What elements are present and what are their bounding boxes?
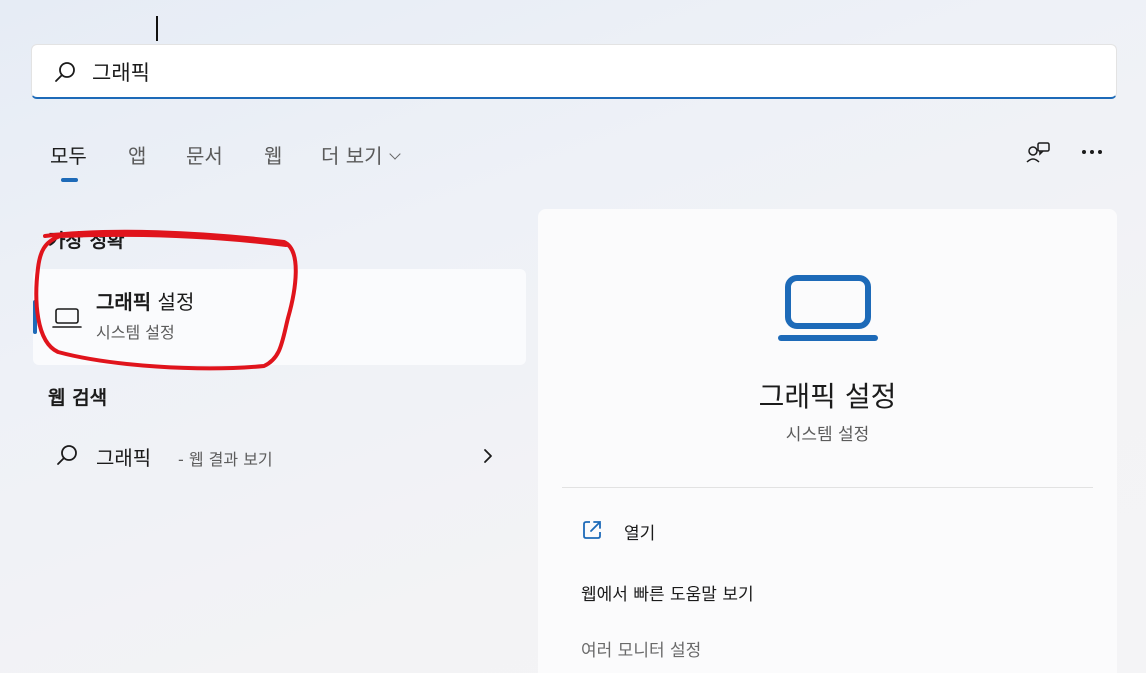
web-search-heading: 웹 검색 (48, 387, 108, 409)
best-match-card[interactable] (33, 269, 526, 365)
web-search-result[interactable]: 그래픽 - 웹 결과 보기 (33, 425, 526, 487)
tab-all[interactable]: 모두 (50, 140, 87, 169)
search-input[interactable] (92, 55, 1092, 89)
detail-title: 그래픽 설정 (758, 380, 897, 413)
detail-subtitle: 시스템 설정 (785, 425, 870, 445)
tab-documents[interactable]: 문서 (186, 140, 223, 169)
laptop-icon (52, 308, 82, 328)
search-icon (57, 445, 77, 465)
selection-indicator (33, 300, 37, 334)
web-help-action[interactable]: 웹에서 빠른 도움말 보기 (581, 580, 754, 605)
open-action[interactable]: 열기 (624, 519, 655, 544)
tab-more-label: 더 보기 (321, 144, 383, 168)
feedback-icon[interactable] (1025, 140, 1051, 166)
open-external-icon (583, 521, 601, 539)
laptop-icon (778, 275, 878, 341)
tab-web[interactable]: 웹 (264, 140, 282, 169)
more-options-icon[interactable] (1080, 142, 1104, 162)
tab-apps[interactable]: 앱 (128, 140, 146, 169)
best-match-title-rest: 설정 (151, 290, 195, 314)
best-match-title[interactable]: 그래픽 설정 (96, 286, 194, 315)
text-caret (156, 16, 158, 41)
best-match-subtitle: 시스템 설정 (96, 323, 175, 342)
tab-more[interactable]: 더 보기 (321, 140, 401, 169)
divider (562, 487, 1093, 488)
search-icon (55, 62, 75, 82)
detail-panel: 그래픽 설정 시스템 설정 열기 웹에서 빠른 도움말 보기 여러 모니터 설정 (538, 209, 1117, 673)
active-tab-indicator (61, 178, 78, 182)
best-match-heading: 가장 정확 (48, 230, 125, 252)
best-match-title-bold: 그래픽 (96, 290, 152, 314)
chevron-right-icon (484, 449, 492, 463)
web-search-query: 그래픽 (96, 446, 152, 470)
chevron-down-icon (388, 148, 401, 160)
web-search-suffix: - 웹 결과 보기 (178, 450, 273, 469)
search-box[interactable] (31, 44, 1117, 99)
multi-monitor-action[interactable]: 여러 모니터 설정 (581, 636, 701, 661)
